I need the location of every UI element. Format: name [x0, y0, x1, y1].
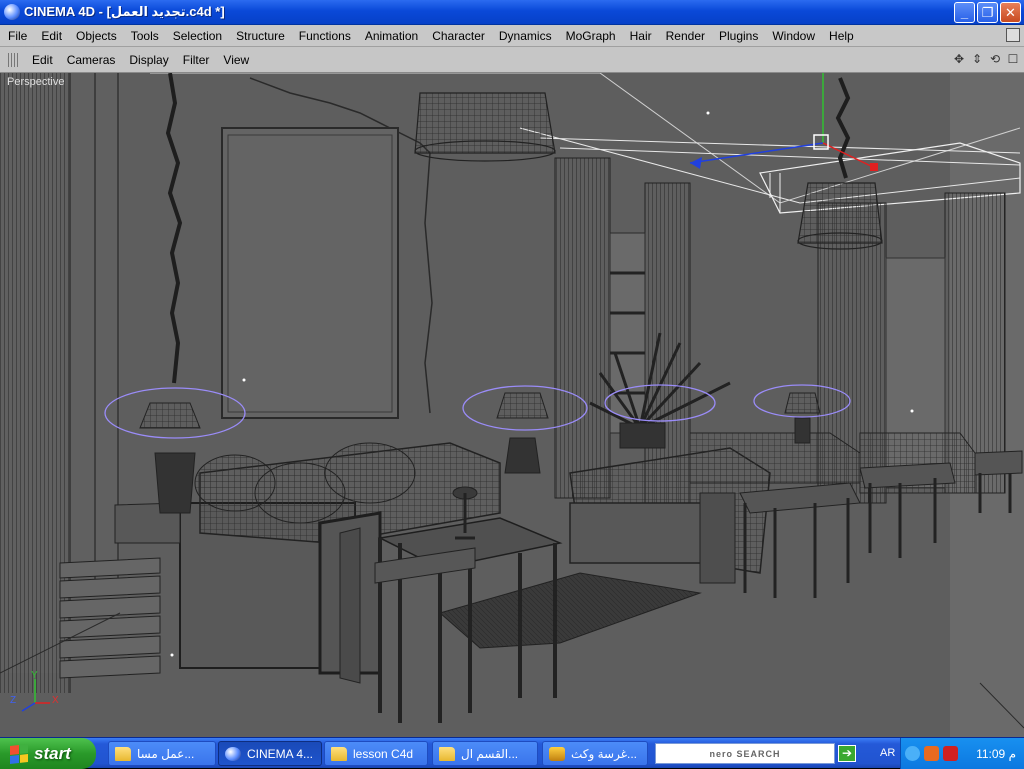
task-label: CINEMA 4...	[247, 746, 314, 761]
task-label: lesson C4d	[353, 746, 414, 761]
shield-icon[interactable]	[943, 746, 958, 761]
menu-window[interactable]: Window	[765, 29, 822, 43]
folder-icon	[439, 746, 455, 761]
wireframe-scene	[0, 73, 1024, 737]
viewport-label: Perspective	[7, 76, 65, 88]
clock[interactable]: 11:09 م	[976, 747, 1016, 761]
viewport-menu-view[interactable]: View	[217, 53, 257, 67]
axis-x-label: X	[52, 695, 59, 706]
axis-y-label: Y	[31, 670, 38, 681]
menu-render[interactable]: Render	[659, 29, 712, 43]
task-app[interactable]: غرسة وكث...	[542, 741, 648, 766]
move-view-icon[interactable]: ✥	[952, 52, 966, 66]
folder-icon	[331, 746, 347, 761]
system-tray: 11:09 م	[900, 738, 1024, 769]
windows-flag-icon	[10, 743, 28, 764]
task-lesson-c4d[interactable]: lesson C4d	[324, 741, 428, 766]
start-label: start	[34, 743, 71, 763]
menu-help[interactable]: Help	[822, 29, 861, 43]
viewport-menu-bar: Edit Cameras Display Filter View	[0, 47, 1024, 73]
curtain-left	[554, 157, 611, 499]
menu-file[interactable]: File	[0, 29, 34, 43]
rotate-view-icon[interactable]: ⟲	[988, 52, 1002, 66]
cinema4d-icon	[225, 746, 241, 761]
perspective-viewport[interactable]: Perspective Y Z X	[0, 73, 1024, 737]
menu-tools[interactable]: Tools	[124, 29, 166, 43]
menu-structure[interactable]: Structure	[229, 29, 292, 43]
pendant-lamp-selected[interactable]	[797, 182, 883, 244]
menu-edit[interactable]: Edit	[34, 29, 69, 43]
menu-animation[interactable]: Animation	[358, 29, 425, 43]
minimize-button[interactable]: _	[954, 2, 975, 23]
nero-search-box[interactable]: nero SEARCH	[655, 743, 835, 764]
close-button[interactable]: ✕	[1000, 2, 1021, 23]
viewport-menu-edit[interactable]: Edit	[26, 53, 61, 67]
menu-plugins[interactable]: Plugins	[712, 29, 765, 43]
cinema4d-icon[interactable]	[4, 4, 20, 20]
window-title: CINEMA 4D - [تجديد العمل.c4d *]	[24, 4, 225, 19]
language-indicator[interactable]: AR	[880, 747, 895, 759]
wall-frame	[221, 127, 399, 419]
menu-hair[interactable]: Hair	[623, 29, 659, 43]
viewport-menu-filter[interactable]: Filter	[177, 53, 218, 67]
task-folder-2[interactable]: القسم ال...	[432, 741, 538, 766]
menu-mograph[interactable]: MoGraph	[559, 29, 623, 43]
main-menu-bar: File Edit Objects Tools Selection Struct…	[0, 25, 1024, 47]
menu-selection[interactable]: Selection	[166, 29, 229, 43]
task-cinema4d[interactable]: CINEMA 4...	[218, 741, 322, 766]
menu-objects[interactable]: Objects	[69, 29, 124, 43]
start-button[interactable]: start	[0, 738, 96, 769]
folder-icon	[115, 746, 131, 761]
tray-arrow-icon[interactable]	[905, 746, 920, 761]
search-go-button[interactable]: ➔	[838, 745, 856, 762]
toolbar-grip-icon[interactable]	[8, 52, 20, 67]
app-icon	[549, 746, 565, 761]
tray-app-icon[interactable]	[924, 746, 939, 761]
maximize-view-icon[interactable]: ☐	[1006, 52, 1020, 66]
layout-toggle-icon[interactable]	[1006, 28, 1020, 42]
viewport-menu-display[interactable]: Display	[123, 53, 176, 67]
menu-dynamics[interactable]: Dynamics	[492, 29, 559, 43]
axis-z-label: Z	[10, 695, 17, 706]
menu-character[interactable]: Character	[425, 29, 492, 43]
viewport-menu-cameras[interactable]: Cameras	[61, 53, 124, 67]
zoom-view-icon[interactable]: ⇕	[970, 52, 984, 66]
menu-functions[interactable]: Functions	[292, 29, 358, 43]
title-bar[interactable]: CINEMA 4D - [تجديد العمل.c4d *] _ ❐ ✕	[0, 0, 1024, 25]
task-folder-1[interactable]: عمل مسا...	[108, 741, 216, 766]
left-wall-curtain	[0, 73, 70, 693]
task-label: القسم ال...	[461, 746, 519, 761]
task-label: غرسة وكث...	[571, 746, 638, 761]
table-lamp-left-base	[154, 452, 196, 514]
taskbar: start عمل مسا... CINEMA 4... lesson C4d …	[0, 737, 1024, 769]
task-label: عمل مسا...	[137, 746, 195, 761]
maximize-button[interactable]: ❐	[977, 2, 998, 23]
